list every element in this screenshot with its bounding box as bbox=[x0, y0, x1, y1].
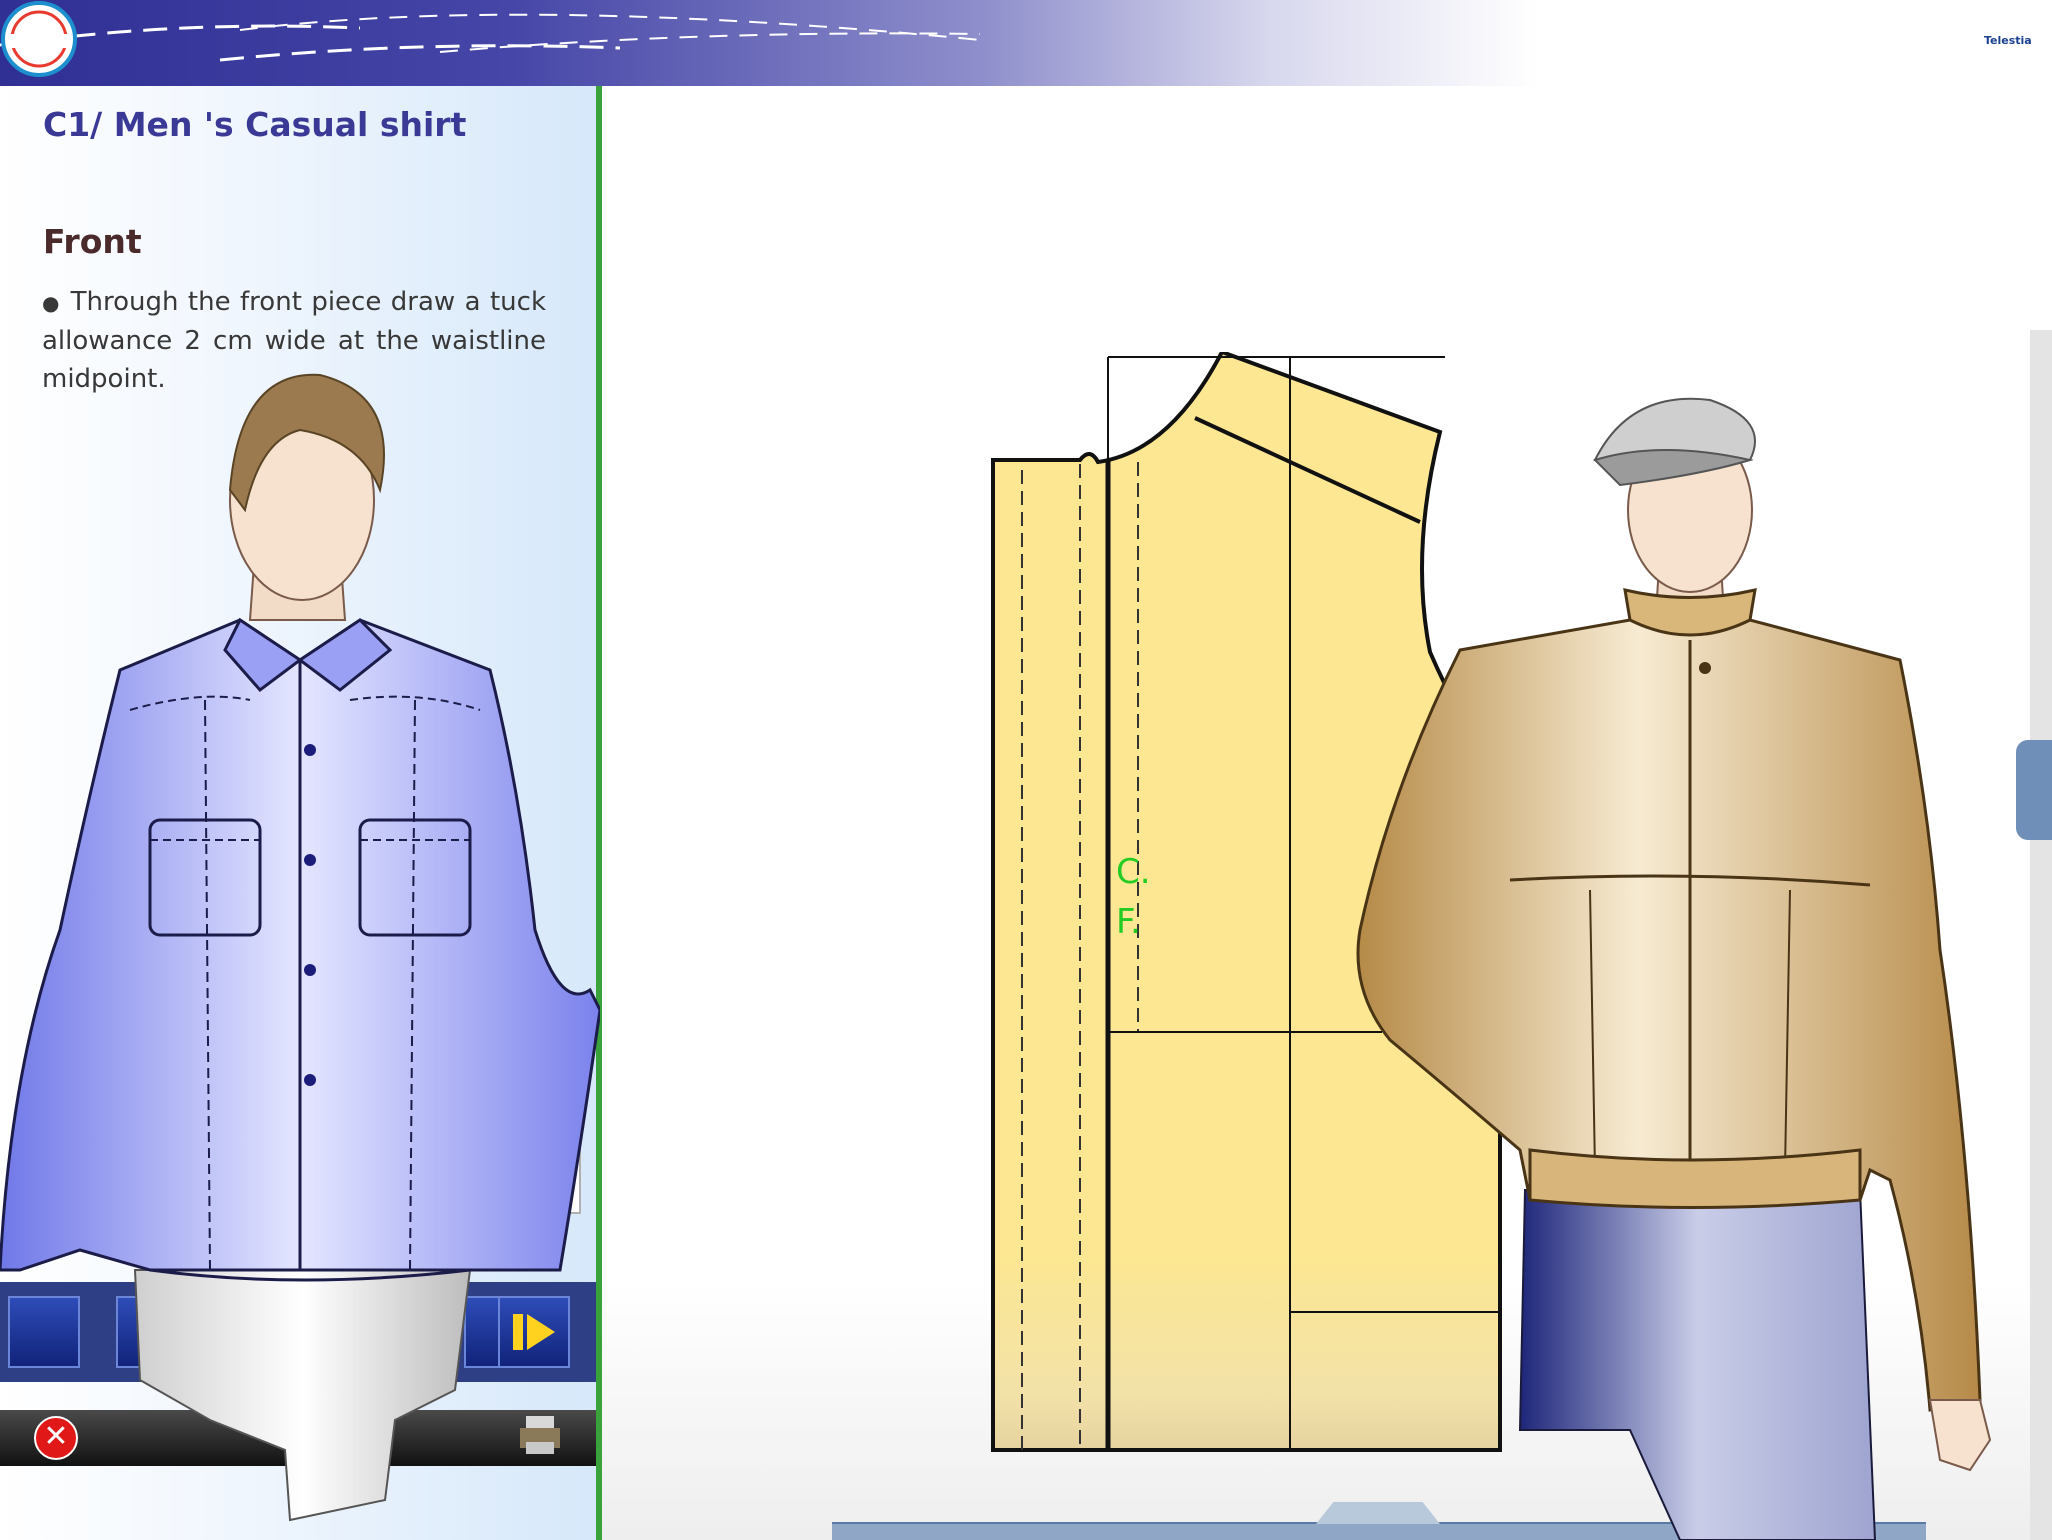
header-banner: Telestia bbox=[0, 0, 2052, 86]
man-tan-jacket-illustration bbox=[1356, 397, 1992, 1540]
section-heading: Front bbox=[43, 222, 142, 261]
centre-front-label: C. F. bbox=[1116, 852, 1151, 942]
logo-text: Telestia bbox=[1984, 34, 2032, 47]
app-window: Telestia C1/ Men 's Casual shirt Front ●… bbox=[0, 0, 2052, 1540]
lesson-title: C1/ Men 's Casual shirt bbox=[43, 105, 467, 144]
bullet-icon: ● bbox=[42, 291, 61, 315]
stitch-decoration bbox=[0, 13, 981, 62]
man-blue-shirt-illustration bbox=[0, 373, 600, 1522]
telestia-globe-logo[interactable] bbox=[0, 0, 78, 78]
right-scroll-track bbox=[2030, 330, 2052, 1540]
